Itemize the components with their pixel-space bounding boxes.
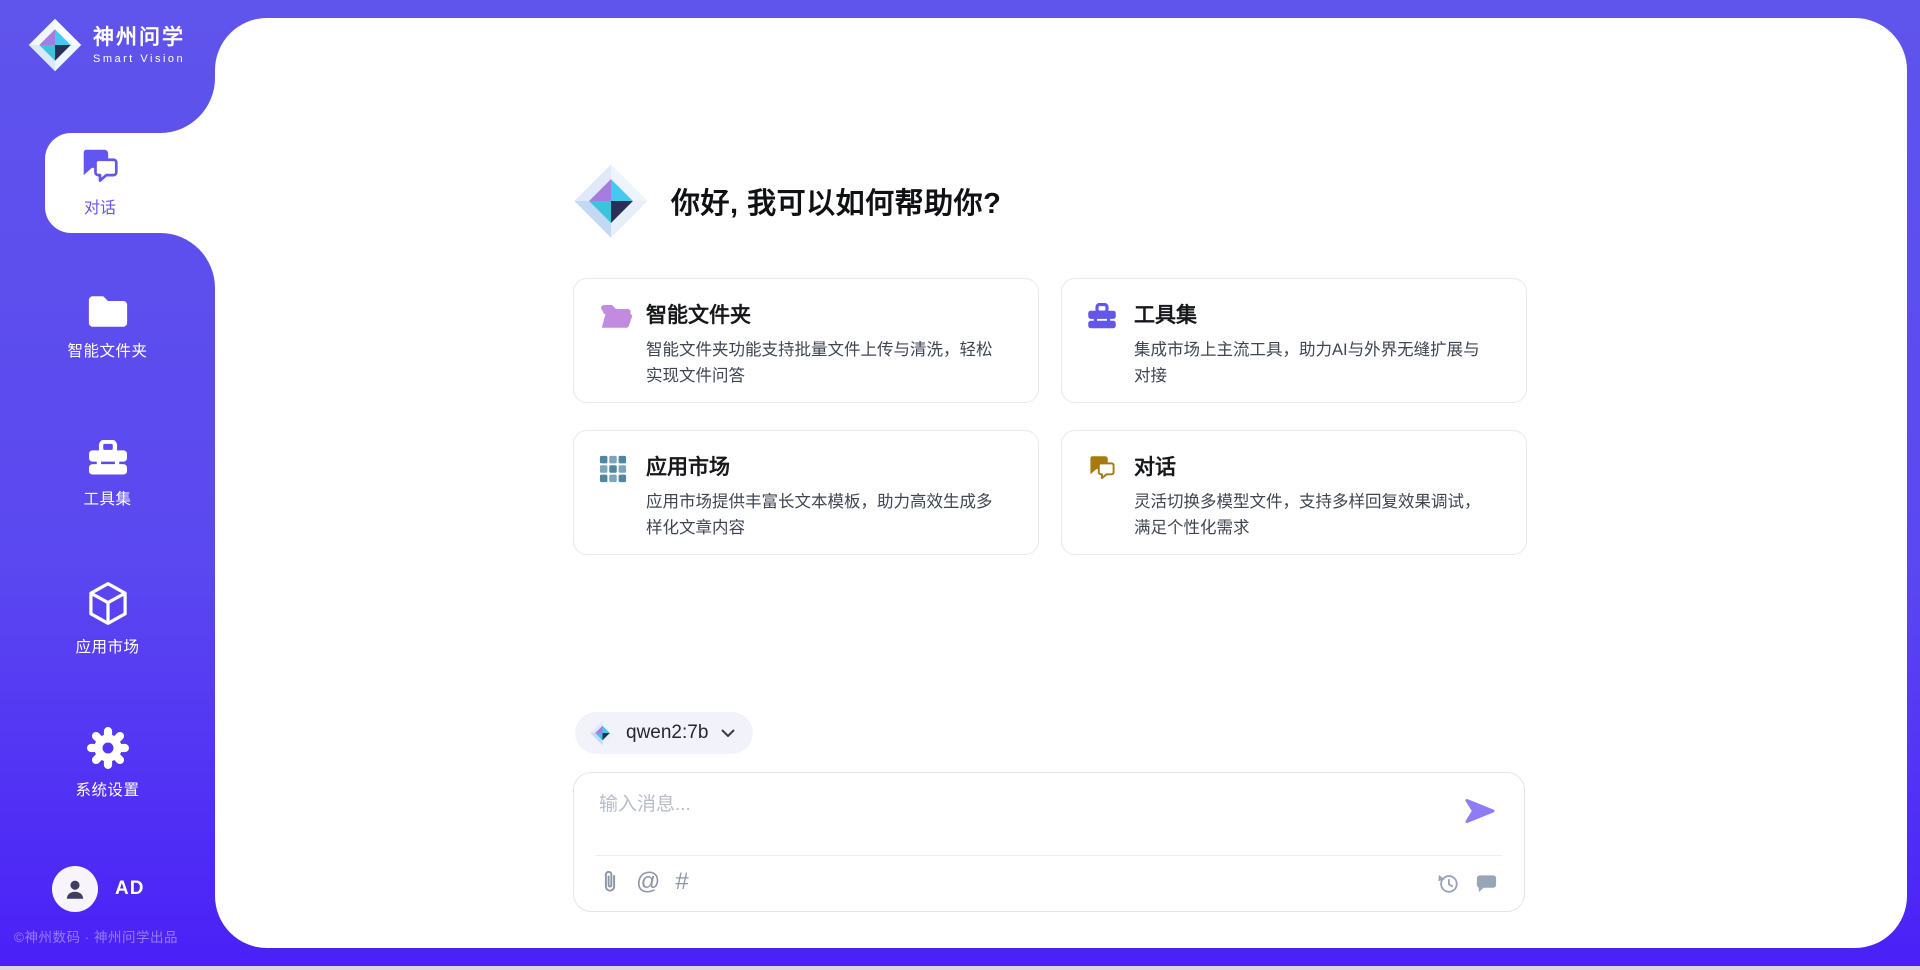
sidebar-item-toolset[interactable]: 工具集 bbox=[0, 440, 215, 509]
card-description: 灵活切换多模型文件，支持多样回复效果调试，满足个性化需求 bbox=[1134, 489, 1490, 541]
card-title: 对话 bbox=[1134, 453, 1176, 483]
briefcase-icon bbox=[1087, 303, 1117, 331]
tab-corner-top bbox=[160, 78, 215, 133]
card-toolset[interactable]: 工具集 集成市场上主流工具，助力AI与外界无缝扩展与对接 bbox=[1061, 278, 1527, 403]
chat-bubble-icon bbox=[1475, 873, 1498, 893]
card-description: 集成市场上主流工具，助力AI与外界无缝扩展与对接 bbox=[1134, 337, 1490, 389]
sidebar-item-label: 对话 bbox=[84, 194, 116, 218]
mention-button[interactable]: @ bbox=[636, 869, 660, 895]
brand-name: 神州问学 bbox=[93, 25, 185, 51]
card-title: 工具集 bbox=[1134, 301, 1197, 331]
card-title: 智能文件夹 bbox=[646, 301, 751, 331]
paperclip-icon bbox=[599, 868, 621, 895]
sidebar-item-label: 工具集 bbox=[83, 487, 131, 509]
copyright-text: ©神州数码 · 神州问学出品 bbox=[14, 926, 178, 946]
chat-icon bbox=[79, 148, 121, 186]
composer-toolbar: @ # bbox=[599, 868, 689, 895]
sidebar-item-label: 智能文件夹 bbox=[67, 339, 147, 361]
card-description: 智能文件夹功能支持批量文件上传与清洗，轻松实现文件问答 bbox=[646, 337, 1002, 389]
briefcase-icon bbox=[87, 440, 129, 478]
brand-block: 神州问学 Smart Vision bbox=[26, 17, 185, 73]
model-name: qwen2:7b bbox=[626, 722, 708, 744]
app-root: 你好, 我可以如何帮助你? 智能文件夹 智能文件夹功能支持批量文件上传与清洗，轻… bbox=[0, 0, 1920, 970]
hash-icon: # bbox=[675, 869, 688, 895]
card-smart-folder[interactable]: 智能文件夹 智能文件夹功能支持批量文件上传与清洗，轻松实现文件问答 bbox=[573, 278, 1039, 403]
sidebar-item-smart-folder[interactable]: 智能文件夹 bbox=[0, 293, 215, 361]
avatar bbox=[52, 866, 98, 912]
model-diamond-icon bbox=[589, 720, 616, 746]
feedback-button[interactable] bbox=[1475, 873, 1498, 893]
feature-cards: 智能文件夹 智能文件夹功能支持批量文件上传与清洗，轻松实现文件问答 工具集 集成… bbox=[573, 278, 1527, 555]
greeting-block: 你好, 我可以如何帮助你? bbox=[571, 158, 1001, 244]
cube-icon bbox=[88, 581, 128, 626]
folder-open-icon bbox=[599, 303, 633, 331]
taskbar-edge bbox=[0, 966, 1920, 970]
folder-icon bbox=[86, 293, 130, 330]
brand-subtitle: Smart Vision bbox=[93, 53, 185, 65]
attach-button[interactable] bbox=[599, 868, 621, 895]
history-icon bbox=[1436, 871, 1460, 895]
brand-diamond-icon bbox=[26, 17, 84, 73]
chat-icon bbox=[1087, 455, 1117, 482]
sidebar-item-chat-content: 对话 bbox=[45, 133, 155, 233]
sidebar-item-app-market[interactable]: 应用市场 bbox=[0, 581, 215, 657]
message-composer: @ # bbox=[573, 772, 1525, 912]
composer-right-toolbar bbox=[1436, 871, 1498, 895]
brand-diamond-icon bbox=[571, 162, 651, 240]
chevron-down-icon bbox=[721, 729, 735, 738]
sidebar-item-label: 应用市场 bbox=[75, 635, 139, 657]
sidebar-item-label: 系统设置 bbox=[75, 778, 139, 800]
user-initials: AD bbox=[115, 878, 144, 900]
topic-button[interactable]: # bbox=[675, 869, 688, 895]
send-button[interactable] bbox=[1464, 797, 1496, 825]
sidebar-item-chat[interactable]: 对话 bbox=[45, 133, 216, 233]
model-selector[interactable]: qwen2:7b bbox=[575, 712, 753, 754]
card-app-market[interactable]: 应用市场 应用市场提供丰富长文本模板，助力高效生成多样化文章内容 bbox=[573, 430, 1039, 555]
send-icon bbox=[1464, 797, 1496, 825]
person-icon bbox=[62, 876, 88, 902]
message-input[interactable] bbox=[599, 789, 1429, 841]
card-title: 应用市场 bbox=[646, 453, 730, 483]
tab-corner-bottom bbox=[160, 233, 215, 288]
grid-icon bbox=[599, 455, 627, 483]
at-icon: @ bbox=[636, 869, 660, 895]
history-button[interactable] bbox=[1436, 871, 1460, 895]
composer-divider bbox=[596, 855, 1502, 856]
brand-text: 神州问学 Smart Vision bbox=[93, 25, 185, 65]
user-profile[interactable]: AD bbox=[52, 866, 144, 912]
card-description: 应用市场提供丰富长文本模板，助力高效生成多样化文章内容 bbox=[646, 489, 1002, 541]
gear-icon bbox=[87, 727, 129, 769]
main-panel: 你好, 我可以如何帮助你? 智能文件夹 智能文件夹功能支持批量文件上传与清洗，轻… bbox=[215, 18, 1907, 948]
sidebar: 神州问学 Smart Vision 对话 智能文件夹 bbox=[0, 0, 215, 970]
sidebar-item-settings[interactable]: 系统设置 bbox=[0, 727, 215, 800]
card-chat[interactable]: 对话 灵活切换多模型文件，支持多样回复效果调试，满足个性化需求 bbox=[1061, 430, 1527, 555]
greeting-title: 你好, 我可以如何帮助你? bbox=[671, 180, 1001, 222]
